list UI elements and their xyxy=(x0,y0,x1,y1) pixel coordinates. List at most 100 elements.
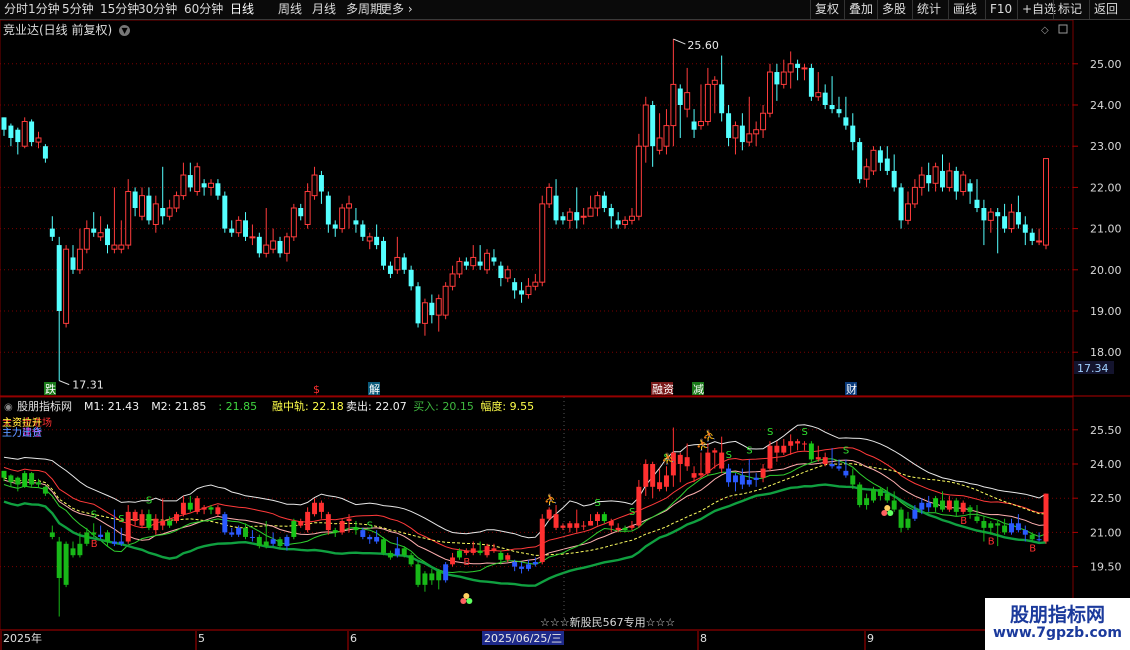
candle-body-up xyxy=(139,195,145,217)
indicator-candle-body xyxy=(215,507,221,515)
indicator-candle-body xyxy=(208,507,214,510)
period-tab-9[interactable]: 多周期 xyxy=(346,2,382,17)
current-price-tag: 17.34 xyxy=(1077,362,1109,375)
period-tab-10[interactable]: 更多 › xyxy=(380,2,413,17)
candle-body-down xyxy=(29,121,35,143)
indicator-candle-body xyxy=(263,541,269,547)
candle-body-down xyxy=(415,286,421,324)
candle-body-down xyxy=(601,195,607,208)
indicator-candle-body xyxy=(850,475,856,485)
indicator-candle-body xyxy=(712,450,718,453)
candle-body-up xyxy=(946,170,953,188)
indicator-candle-body xyxy=(15,477,21,485)
toolbar-action-4[interactable]: 画线 xyxy=(953,2,977,17)
indicator-candle-body xyxy=(243,527,249,537)
toolbar-action-7[interactable]: 标记 xyxy=(1058,2,1082,17)
buy-marker: B xyxy=(1029,544,1036,555)
candle-body-up xyxy=(987,211,994,221)
candle-body-down xyxy=(857,142,863,180)
candle-body-down xyxy=(677,88,683,105)
indicator-legend-3: 融中轨: 22.18 xyxy=(272,399,344,413)
indicator-candle-body xyxy=(422,573,428,585)
timeline-label-1: 5 xyxy=(198,632,205,645)
event-marker-3: 融资 xyxy=(652,383,674,396)
indicator-candle-body xyxy=(153,518,159,531)
indicator-candle-body xyxy=(436,571,442,581)
indicator-candle-body xyxy=(946,500,952,510)
period-tab-5[interactable]: 60分钟 xyxy=(184,2,223,17)
candle-body-up xyxy=(905,203,911,221)
period-tab-0[interactable]: 分时 xyxy=(4,2,28,17)
candle-body-up xyxy=(270,240,277,250)
candle-body-down xyxy=(70,257,76,270)
buy-marker: B xyxy=(91,539,98,550)
candle-body-down xyxy=(1022,224,1028,233)
candle-body-down xyxy=(298,208,304,217)
stock-title: 竞业达(日线 前复权) ▼ xyxy=(3,21,131,38)
candle-body-up xyxy=(435,298,442,316)
indicator-candle-body xyxy=(277,539,283,547)
period-tab-8[interactable]: 月线 xyxy=(312,2,336,17)
indicator-candle-body xyxy=(705,452,711,474)
period-tab-2[interactable]: 5分钟 xyxy=(62,2,94,17)
indicator-candle-body xyxy=(201,507,207,510)
sell-marker: S xyxy=(91,509,97,520)
candle-body-down xyxy=(42,146,48,159)
indicator-candle-body xyxy=(615,527,621,531)
indicator-candle-body xyxy=(505,555,511,560)
indicator-candle-body xyxy=(84,532,90,544)
indicator-candle-body xyxy=(56,541,62,578)
indicator-candle-body xyxy=(339,521,345,533)
period-tab-4[interactable]: 30分钟 xyxy=(138,2,177,17)
candle-body-up xyxy=(394,256,401,271)
kline-chart[interactable]: 25.00 24.00 23.00 22.00 21.00 20.00 19.00 18.00… xyxy=(0,0,1130,650)
toolbar-action-1[interactable]: 叠加 xyxy=(849,2,873,17)
toolbar-action-3[interactable]: 统计 xyxy=(917,2,941,17)
dropdown-icon[interactable]: ▼ xyxy=(119,25,131,36)
event-marker-0: 跌 xyxy=(45,382,56,396)
indicator-candle-body xyxy=(456,550,462,558)
toolbar-action-2[interactable]: 多股 xyxy=(882,2,906,17)
indicator-candle-body xyxy=(629,525,635,528)
indicator-panel-frame xyxy=(0,396,1074,631)
cluster-icon xyxy=(881,510,888,516)
period-tab-1[interactable]: 1分钟 xyxy=(28,2,60,17)
period-tab-3[interactable]: 15分钟 xyxy=(100,2,139,17)
indicator-candle-body xyxy=(91,532,97,535)
cluster-icon xyxy=(466,598,473,604)
period-tab-6[interactable]: 日线 xyxy=(230,2,254,17)
indicator-candle-body xyxy=(470,548,476,553)
candle-body-down xyxy=(553,195,559,221)
toolbar-separator xyxy=(877,0,878,19)
indicator-candle-body xyxy=(643,464,649,487)
period-tab-7[interactable]: 周线 xyxy=(278,2,302,17)
candle-body-up xyxy=(249,236,256,239)
toolbar-action-5[interactable]: F10 xyxy=(990,2,1012,17)
indicator-candle-body xyxy=(746,479,752,485)
candle-body-down xyxy=(146,195,152,221)
candle-body-up xyxy=(21,120,28,147)
indicator-candle-body xyxy=(132,511,138,521)
toolbar-action-6[interactable]: +自选 xyxy=(1022,2,1056,17)
upper-band-line xyxy=(3,424,1047,539)
candle-body-down xyxy=(491,257,497,262)
high-marker-line xyxy=(673,38,686,45)
indicator-candle-body xyxy=(1043,493,1049,542)
indicator-candle-body xyxy=(967,507,973,512)
indicator-candle-body xyxy=(236,527,242,535)
indicator-candle-body xyxy=(960,502,966,512)
toolbar-action-0[interactable]: 复权 xyxy=(815,2,839,17)
indicator-candle-body xyxy=(553,514,559,528)
runner-icon: ⛹ xyxy=(544,492,558,506)
sell-marker: S xyxy=(746,445,752,456)
candle-body-down xyxy=(49,228,55,237)
indicator-candle-body xyxy=(1022,530,1028,535)
price-axis-label: 19.00 xyxy=(1090,305,1122,318)
toolbar-action-8[interactable]: 返回 xyxy=(1094,2,1118,17)
indicator-candle-body xyxy=(581,525,587,527)
window-icon xyxy=(1058,24,1068,34)
price-axis-label: 25.00 xyxy=(1090,58,1122,71)
indicator-candle-body xyxy=(981,521,987,528)
candle-body-down xyxy=(774,72,780,85)
indicator-candle-body xyxy=(574,523,580,528)
